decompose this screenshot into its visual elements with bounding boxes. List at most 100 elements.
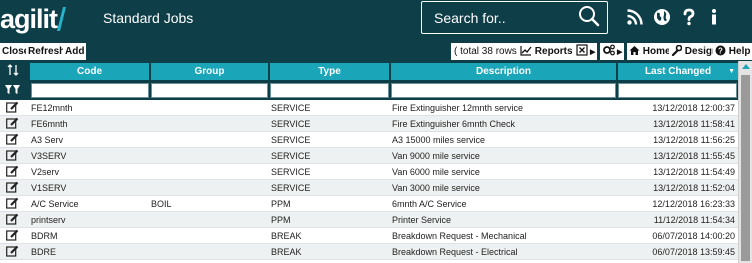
help-label: Help [728, 46, 751, 57]
vertical-scrollbar[interactable] [738, 61, 752, 263]
app-logo[interactable]: agilit [0, 4, 67, 34]
home-button[interactable]: Home [627, 43, 673, 60]
cell-description: Van 6000 mile service [392, 167, 480, 177]
chevron-right-icon: ▶ [590, 49, 596, 56]
excel-icon [576, 44, 588, 56]
column-header-last-changed[interactable]: Last Changed ▼ [618, 63, 738, 80]
cell-description: Printer Service [392, 215, 452, 225]
cell-description: Fire Extinguisher 12mnth service [392, 103, 524, 113]
cell-code: FE12mnth [31, 103, 73, 113]
cell-type: SERVICE [271, 183, 311, 193]
help-circle-icon: ? [715, 45, 726, 56]
filter-code-input[interactable] [31, 83, 149, 98]
table-row[interactable]: A/C Service BOIL PPM 6mnth A/C Service 1… [0, 196, 738, 212]
cell-description: Van 9000 mile service [392, 151, 480, 161]
logo-slash-mark [57, 7, 67, 31]
cell-code: FE6mnth [31, 119, 68, 129]
cell-type: PPM [271, 199, 291, 209]
home-icon [629, 46, 640, 55]
column-header-group[interactable]: Group [151, 63, 268, 80]
edit-icon[interactable] [6, 197, 19, 209]
edit-icon[interactable] [6, 117, 19, 129]
cell-last-changed: 13/12/2018 11:55:45 [653, 151, 735, 161]
cell-last-changed: 13/12/2018 11:56:25 [653, 135, 735, 145]
filter-last-changed-input[interactable] [618, 83, 737, 98]
cell-type: BREAK [271, 231, 302, 241]
edit-icon[interactable] [6, 245, 19, 257]
settings-button[interactable]: ▶ [600, 43, 625, 60]
edit-icon[interactable] [6, 165, 19, 177]
app-header: agilit Standard Jobs Search for.. [0, 0, 752, 41]
search-input[interactable]: Search for.. [434, 10, 506, 26]
chevron-right-icon: ▶ [617, 49, 623, 56]
filter-type-input[interactable] [270, 83, 389, 98]
edit-icon[interactable] [6, 149, 19, 161]
table-row[interactable]: FE12mnth SERVICE Fire Extinguisher 12mnt… [0, 100, 738, 116]
table-row[interactable]: V1SERV SERVICE Van 3000 mile service 13/… [0, 180, 738, 196]
cell-code: A3 Serv [31, 135, 64, 145]
table-row[interactable]: BDRE BREAK Breakdown Request - Electrica… [0, 244, 738, 260]
sort-descending-icon: ▼ [728, 68, 735, 75]
cell-code: A/C Service [31, 199, 79, 209]
globe-icon[interactable] [653, 8, 671, 26]
cell-type: SERVICE [271, 135, 311, 145]
cell-last-changed: 13/12/2018 11:54:49 [653, 167, 735, 177]
filter-description-input[interactable] [391, 83, 616, 98]
cell-description: 6mnth A/C Service [392, 199, 467, 209]
cell-code: V2serv [31, 167, 60, 177]
table-row[interactable]: V3SERV SERVICE Van 9000 mile service 13/… [0, 148, 738, 164]
edit-icon[interactable] [6, 181, 19, 193]
edit-icon[interactable] [6, 101, 19, 113]
reports-button[interactable]: Reports▶ [518, 43, 582, 60]
table-row[interactable]: FE6mnth SERVICE Fire Extinguisher 6mnth … [0, 116, 738, 132]
rss-icon[interactable] [626, 8, 644, 26]
cell-code: BDRE [31, 247, 57, 257]
help-button[interactable]: ? Help [713, 43, 752, 60]
cell-code: V3SERV [31, 151, 67, 161]
cell-last-changed: 12/12/2018 16:23:33 [652, 199, 735, 209]
cell-description: Van 3000 mile service [392, 183, 480, 193]
cell-description: Fire Extinguisher 6mnth Check [392, 119, 516, 129]
scrollbar-thumb[interactable] [741, 75, 750, 261]
column-header-description[interactable]: Description [391, 63, 616, 80]
home-label: Home [642, 46, 671, 57]
grid-header-row: Code Group Type Description Last Changed… [0, 61, 738, 81]
refresh-button[interactable]: Refresh [26, 43, 68, 60]
table-row[interactable]: A3 Serv SERVICE A3 15000 miles service 1… [0, 132, 738, 148]
help-icon[interactable] [680, 8, 698, 26]
cell-type: SERVICE [271, 103, 311, 113]
svg-text:?: ? [718, 47, 723, 56]
cell-code: BDRM [31, 231, 58, 241]
column-header-type[interactable]: Type [270, 63, 389, 80]
cell-type: BREAK [271, 247, 302, 257]
cell-last-changed: 13/12/2018 11:52:04 [653, 183, 735, 193]
cell-type: SERVICE [271, 167, 311, 177]
table-row[interactable]: V2serv SERVICE Van 6000 mile service 13/… [0, 164, 738, 180]
logo-text: agilit [0, 4, 58, 34]
last-changed-label: Last Changed [644, 66, 712, 77]
row-count-label: ( total 38 rows ) [451, 43, 526, 60]
toolbar: Close Refresh Add ( total 38 rows ) Repo… [0, 41, 752, 61]
edit-icon[interactable] [6, 133, 19, 145]
filter-group-input[interactable] [151, 83, 268, 98]
scroll-up-arrow-icon[interactable] [742, 64, 750, 69]
cell-code: printserv [31, 215, 66, 225]
wrench-icon [671, 44, 683, 57]
sort-icon[interactable] [7, 64, 19, 76]
filter-icon[interactable] [5, 85, 21, 95]
cell-last-changed: 06/07/2018 13:59:45 [652, 247, 735, 257]
table-row[interactable]: printserv PPM Printer Service 11/12/2018… [0, 212, 738, 228]
table-row[interactable]: BDRM BREAK Breakdown Request - Mechanica… [0, 228, 738, 244]
cell-type: PPM [271, 215, 291, 225]
gears-icon [603, 44, 615, 56]
edit-icon[interactable] [6, 229, 19, 241]
search-icon[interactable] [578, 5, 600, 27]
add-button[interactable]: Add [63, 43, 87, 60]
cell-last-changed: 06/07/2018 14:00:20 [652, 231, 735, 241]
info-icon[interactable] [705, 8, 723, 26]
cell-code: V1SERV [31, 183, 67, 193]
column-header-code[interactable]: Code [30, 63, 149, 80]
filter-row [0, 81, 738, 100]
edit-icon[interactable] [6, 213, 19, 225]
export-excel-button[interactable]: ▶ [574, 43, 598, 60]
